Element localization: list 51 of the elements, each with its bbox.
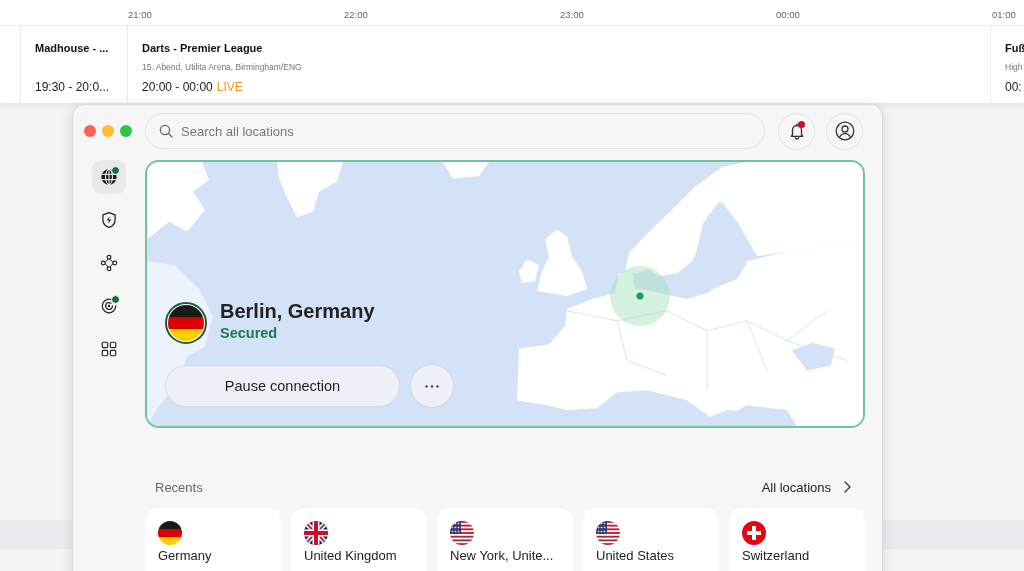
chevron-right-icon: [844, 481, 851, 493]
timeline-time: 21:00: [128, 8, 152, 20]
programme-cell[interactable]: Fuß High 00:: [990, 26, 1024, 103]
search-field[interactable]: Search all locations: [145, 113, 765, 149]
programme-title: Darts - Premier League: [142, 41, 263, 55]
nodes-icon: [100, 254, 118, 272]
german-flag-icon: [158, 521, 182, 545]
search-icon: [159, 124, 173, 138]
pause-connection-button[interactable]: Pause connection: [165, 365, 400, 407]
all-locations-link[interactable]: All locations: [761, 479, 851, 495]
programme-cell[interactable]: Madhouse - ... 19:30 - 20:0...: [20, 26, 127, 103]
location-name: New York, Unite...: [450, 548, 554, 564]
timeline-time: 23:00: [560, 8, 584, 20]
programme-venue: High: [1005, 61, 1023, 73]
connected-location: Berlin, Germany: [220, 299, 375, 323]
timeline-time: 01:00: [992, 8, 1016, 20]
live-label: LIVE: [216, 79, 243, 95]
profile-icon: [834, 121, 855, 141]
grid-icon: [100, 340, 118, 358]
programme-venue: 15. Abend, Utilita Arena, Birmingham/ENG: [142, 61, 302, 73]
location-name: United States: [596, 548, 675, 564]
recents-heading: Recents: [155, 479, 203, 495]
location-name: United Kingdom: [304, 548, 397, 564]
recent-location-card[interactable]: New York, Unite...: [437, 508, 573, 571]
close-window-icon[interactable]: [84, 125, 96, 137]
profile-button[interactable]: [826, 112, 863, 150]
connection-status: Secured: [220, 324, 279, 343]
recent-location-card[interactable]: Switzerland: [729, 508, 865, 571]
american-flag-icon: [450, 521, 474, 545]
swiss-flag-icon: [742, 521, 766, 545]
programme-cell[interactable]: Darts - Premier League 15. Abend, Utilita Arena, Birmingham/ENG 20:00 - 00:00 LIVE: [127, 26, 990, 103]
location-name: Switzerland: [742, 548, 810, 564]
recent-location-card[interactable]: Germany: [145, 508, 281, 571]
location-name: Germany: [158, 548, 212, 564]
programme-time: 00:: [1005, 79, 1022, 95]
location-marker-icon: [609, 265, 671, 327]
programme-title: Madhouse - ...: [35, 41, 109, 55]
american-flag-icon: [596, 521, 620, 545]
timeline-time: 00:00: [776, 8, 800, 20]
programme-title: Fuß: [1005, 41, 1024, 55]
more-icon: [425, 384, 439, 388]
programme-time: 19:30 - 20:0...: [35, 79, 110, 95]
timeline-time: 22:00: [344, 8, 368, 20]
recent-location-card[interactable]: United Kingdom: [291, 508, 427, 571]
sidebar-item[interactable]: [92, 160, 126, 194]
shield-bolt-icon: [100, 211, 118, 229]
radar-icon: [100, 297, 118, 315]
notifications-button[interactable]: [778, 112, 815, 150]
programme-time: 20:00 - 00:00: [142, 79, 213, 95]
british-flag-icon: [304, 521, 328, 545]
recent-location-card[interactable]: United States: [583, 508, 719, 571]
